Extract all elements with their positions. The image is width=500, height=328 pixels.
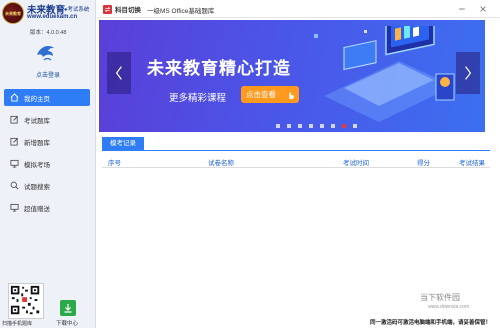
sidebar-item-label: 我的主页: [24, 95, 50, 103]
banner-dot[interactable]: [331, 124, 335, 128]
login-link[interactable]: 点击登录: [0, 70, 96, 79]
banner-view-button[interactable]: 点击查看: [241, 86, 299, 103]
sidebar-item-exam-bank[interactable]: 考试题库: [4, 111, 90, 128]
banner-dot[interactable]: [309, 124, 313, 128]
watermark: 当下软件园: [420, 293, 460, 302]
banner-title: 未来教育精心打造: [147, 59, 291, 79]
column-header-index: 序号: [108, 160, 121, 167]
chevron-left-icon: [115, 66, 122, 80]
banner-pagination: [276, 124, 364, 128]
qr-code-icon: [8, 283, 44, 319]
records-table-header: 序号 试卷名称 考试时间 得分 考试结果: [102, 152, 490, 168]
banner-dot-active[interactable]: [342, 124, 346, 128]
brand-subtitle: ●考试系统: [64, 7, 90, 13]
banner-view-label: 点击查看: [246, 90, 276, 99]
subject-switch-label: 科目切换: [115, 7, 141, 14]
minimize-icon[interactable]: [456, 3, 467, 14]
download-icon[interactable]: [60, 300, 76, 316]
sidebar-item-label: 模拟考场: [24, 161, 50, 169]
brand: 未来教育 未来教育 ●考试系统 www.eduexam.cn 版本：4.0.0.…: [2, 2, 94, 38]
course-title: 一级MS Office基础题库: [147, 8, 215, 15]
edit-icon: [9, 115, 19, 125]
sidebar-item-label: 试题搜索: [24, 183, 50, 191]
banner-prev-button[interactable]: [107, 52, 131, 94]
banner-illustration: [314, 26, 455, 122]
download-center-link[interactable]: 下载中心: [56, 319, 78, 327]
watermark-url: www.downxia.com: [428, 304, 470, 310]
activation-notice: 同一激活码可激活电脑端和手机端，请妥善保管！: [370, 320, 492, 326]
close-icon[interactable]: [477, 3, 488, 14]
banner-subtitle: 更多精彩课程: [169, 93, 227, 104]
banner-dot[interactable]: [320, 124, 324, 128]
brand-url: www.eduexam.cn: [27, 14, 78, 20]
home-icon: [9, 93, 19, 103]
banner-dot[interactable]: [353, 124, 357, 128]
title-bar: 科目切换 一级MS Office基础题库: [97, 0, 500, 18]
banner-dot[interactable]: [276, 124, 280, 128]
brand-logo: 未来教育: [2, 2, 24, 24]
sidebar-item-label: 超值赠送: [24, 205, 50, 213]
switch-icon: [103, 4, 112, 14]
column-header-result: 考试结果: [459, 160, 485, 167]
dolphin-avatar-icon[interactable]: [34, 40, 58, 64]
qr-label: 扫描手机题库: [2, 321, 33, 327]
chevron-right-icon: [465, 66, 472, 80]
version-label: 版本：4.0.0.48: [30, 30, 67, 36]
sidebar-item-search[interactable]: 试题搜索: [4, 177, 90, 194]
edit-icon: [9, 137, 19, 147]
column-header-exam-time: 考试时间: [343, 160, 369, 167]
monitor-icon: [9, 203, 19, 213]
banner-dot[interactable]: [287, 124, 291, 128]
tab-underline: [102, 150, 490, 151]
sidebar-item-gifts[interactable]: 超值赠送: [4, 199, 90, 216]
tab-exam-records[interactable]: 模考记录: [102, 137, 144, 150]
column-header-paper-name: 试卷名称: [208, 160, 234, 167]
sidebar-item-label: 考试题库: [24, 117, 50, 125]
monitor-icon: [9, 159, 19, 169]
hand-pointer-icon: [287, 89, 295, 106]
sidebar: 未来教育 未来教育 ●考试系统 www.eduexam.cn 版本：4.0.0.…: [0, 0, 96, 328]
sidebar-item-add-bank[interactable]: 新增题库: [4, 133, 90, 150]
subject-switch-button[interactable]: 科目切换: [103, 4, 141, 14]
sidebar-item-mock-exam[interactable]: 模拟考场: [4, 155, 90, 172]
sidebar-item-label: 新增题库: [24, 139, 50, 147]
sidebar-item-home[interactable]: 我的主页: [4, 89, 90, 106]
column-header-score: 得分: [417, 160, 430, 167]
search-icon: [9, 181, 19, 191]
sidebar-nav: 我的主页 考试题库 新增题库 模拟考场 试题搜索 超值赠送: [4, 89, 90, 221]
promo-banner[interactable]: 未来教育精心打造 更多精彩课程 点击查看: [99, 20, 485, 132]
banner-next-button[interactable]: [456, 52, 480, 94]
banner-dot[interactable]: [298, 124, 302, 128]
